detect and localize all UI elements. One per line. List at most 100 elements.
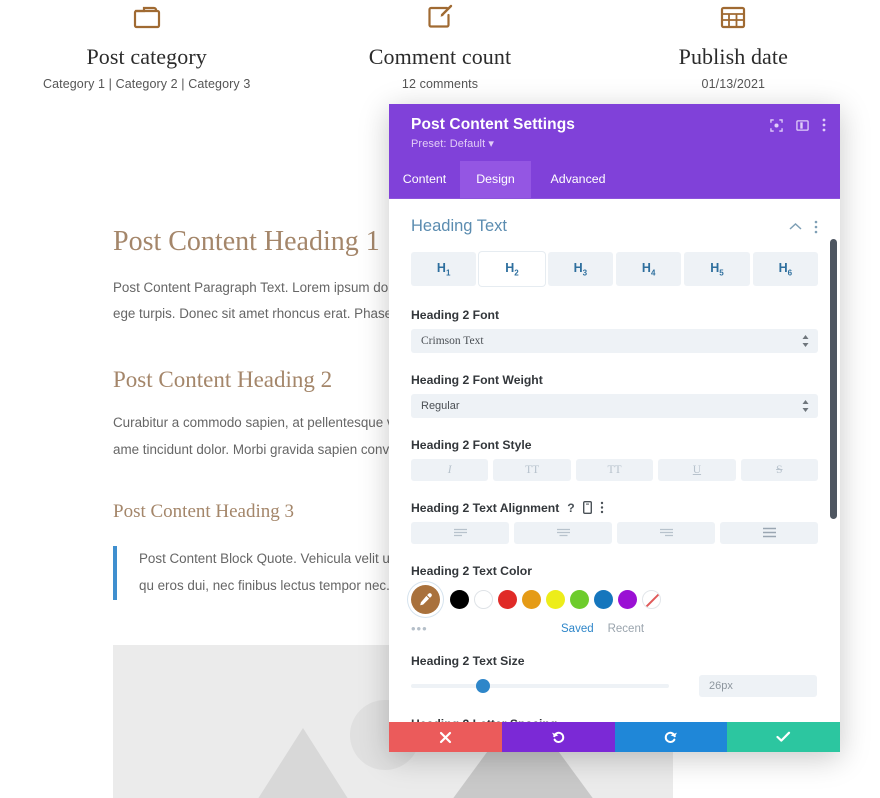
text-size-slider-knob[interactable] (475, 678, 490, 693)
focus-target-icon[interactable] (770, 118, 783, 132)
color-swatch-blue[interactable] (594, 589, 613, 609)
align-center-icon[interactable] (514, 521, 612, 544)
heading-level-h1[interactable]: H1 (411, 252, 477, 286)
modal-tabs: Content Design Advanced (389, 161, 840, 199)
preset-selector[interactable]: Preset: Default ▾ (411, 137, 824, 150)
post-meta-comments: Comment count 12 comments (293, 0, 586, 100)
align-justify-icon[interactable] (720, 521, 818, 544)
folder-icon (0, 2, 293, 32)
text-alignment-label-icons: ? (567, 501, 603, 515)
align-right-icon[interactable] (617, 521, 715, 544)
saved-colors-link[interactable]: Saved (561, 623, 594, 635)
italic-icon[interactable]: I (411, 458, 489, 481)
ellipsis-icon[interactable]: ••• (411, 622, 428, 635)
heading-level-h2[interactable]: H2 (479, 252, 545, 286)
meta-value: 01/13/2021 (701, 77, 766, 91)
h-label: H (505, 261, 515, 275)
kebab-menu-icon[interactable] (600, 501, 604, 514)
save-button[interactable] (727, 722, 840, 752)
modal-title: Post Content Settings (411, 116, 575, 133)
eyedropper-icon (418, 592, 433, 607)
align-left-icon[interactable] (411, 521, 509, 544)
spinner-arrows-icon (802, 399, 809, 412)
small-caps-icon[interactable]: TT (575, 458, 654, 481)
color-swatch-purple[interactable] (618, 589, 637, 609)
color-swatch-black[interactable] (450, 589, 469, 609)
color-swatch-red[interactable] (498, 589, 517, 609)
italic-glyph: I (447, 463, 452, 476)
selected-color-swatch[interactable] (411, 584, 440, 614)
text-size-value-input[interactable]: 26px (699, 674, 817, 697)
cancel-button[interactable] (389, 722, 502, 752)
meta-title: Comment count (368, 44, 512, 69)
font-weight-select-value: Regular (421, 399, 460, 412)
font-select[interactable]: Crimson Text (411, 328, 818, 353)
modal-body: Heading Text H1 H2 H3 H4 H5 H6 Heading 2… (389, 199, 840, 722)
chevron-up-icon[interactable] (789, 222, 802, 231)
heading-level-h6[interactable]: H6 (752, 252, 818, 286)
settings-scroll-area: Heading Text H1 H2 H3 H4 H5 H6 Heading 2… (389, 199, 840, 722)
section-actions (789, 220, 818, 234)
undo-icon (551, 730, 566, 745)
text-alignment-field-label: Heading 2 Text Alignment ? (411, 501, 818, 515)
underline-glyph: U (692, 463, 702, 476)
preset-label: Preset: Default (411, 138, 486, 150)
heading-level-h4[interactable]: H4 (615, 252, 682, 286)
redo-icon (663, 730, 678, 745)
spinner-arrows-icon (802, 334, 809, 347)
modal-header-actions (770, 118, 826, 132)
color-swatch-green[interactable] (570, 589, 589, 609)
text-size-slider-row: 26px (411, 674, 818, 697)
comment-edit-icon (293, 2, 586, 32)
mobile-device-icon[interactable] (582, 501, 592, 514)
font-weight-field-label: Heading 2 Font Weight (411, 372, 543, 387)
layout-panel-icon[interactable] (796, 119, 809, 132)
h-label: H (710, 261, 720, 275)
recent-colors-link[interactable]: Recent (608, 623, 644, 635)
color-swatch-white[interactable] (474, 589, 493, 609)
h-sub: 4 (650, 268, 656, 278)
heading-level-h5[interactable]: H5 (684, 252, 750, 286)
h-label: H (573, 261, 583, 275)
settings-scrollbar[interactable] (830, 239, 837, 519)
modal-header: Post Content Settings Preset: Default ▾ (389, 104, 840, 161)
color-swatch-row (411, 584, 818, 614)
font-weight-select[interactable]: Regular (411, 393, 818, 418)
heading-text-section-header: Heading Text (411, 217, 818, 236)
heading-level-h3[interactable]: H3 (547, 252, 613, 286)
text-size-field-label: Heading 2 Text Size (411, 653, 525, 668)
placeholder-mountain-small (233, 728, 373, 798)
smallcaps-glyph: TT (607, 463, 622, 476)
uppercase-glyph: TT (525, 463, 540, 476)
tab-design[interactable]: Design (460, 161, 531, 198)
text-alignment-label-text: Heading 2 Text Alignment (411, 500, 560, 515)
post-meta-category: Post category Category 1 | Category 2 | … (0, 0, 293, 100)
undo-button[interactable] (501, 722, 615, 752)
redo-button[interactable] (614, 722, 728, 752)
color-palette-links: Saved Recent (561, 623, 644, 635)
font-select-value: Crimson Text (421, 334, 484, 347)
screenshot-root: Post category Category 1 | Category 2 | … (0, 0, 880, 798)
help-icon[interactable]: ? (567, 501, 574, 515)
meta-value: 12 comments (401, 77, 479, 91)
uppercase-icon[interactable]: TT (493, 458, 571, 481)
color-swatch-yellow[interactable] (546, 589, 565, 609)
kebab-menu-icon[interactable] (822, 118, 826, 132)
meta-title: Post category (86, 44, 207, 69)
font-style-field-label: Heading 2 Font Style (411, 437, 532, 452)
tab-content[interactable]: Content (389, 161, 460, 198)
font-field-label: Heading 2 Font (411, 307, 500, 322)
kebab-menu-icon[interactable] (814, 220, 818, 234)
text-alignment-buttons (411, 521, 818, 544)
h-sub: 6 (787, 268, 793, 278)
post-meta-row: Post category Category 1 | Category 2 | … (0, 0, 880, 100)
strikethrough-icon[interactable]: S (740, 458, 819, 481)
h-label: H (436, 261, 446, 275)
modal-footer (389, 722, 840, 752)
section-title: Heading Text (411, 217, 508, 235)
underline-icon[interactable]: U (658, 458, 736, 481)
color-swatch-orange[interactable] (522, 589, 541, 609)
text-size-slider[interactable] (411, 678, 669, 693)
tab-advanced[interactable]: Advanced (531, 161, 625, 198)
color-swatch-none[interactable] (642, 589, 661, 609)
